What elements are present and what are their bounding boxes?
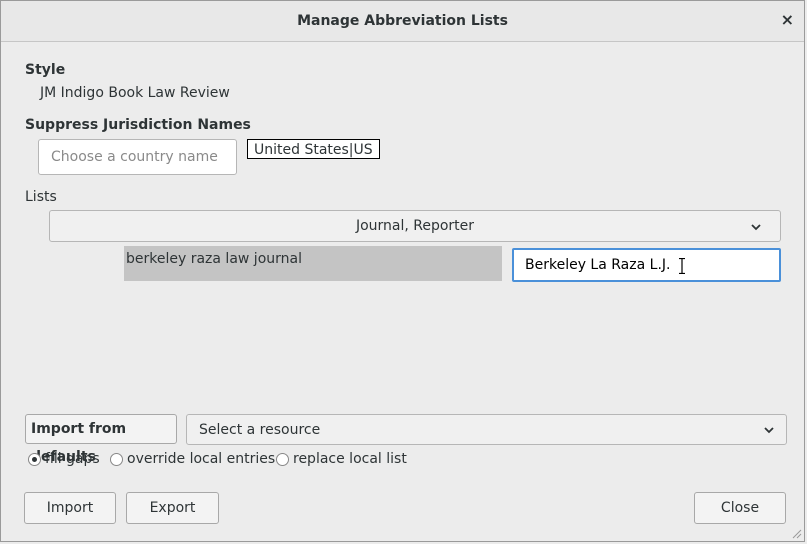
list-type-selected: Journal, Reporter <box>355 218 475 234</box>
abbreviation-key: berkeley raza law journal <box>126 251 302 267</box>
abbreviation-value-input[interactable]: Berkeley La Raza L.J. <box>512 248 781 282</box>
export-button[interactable]: Export <box>126 492 219 524</box>
radio-fill-gaps[interactable] <box>28 452 41 466</box>
close-icon[interactable]: × <box>781 10 794 29</box>
jurisdiction-tag[interactable]: United States|US <box>247 139 380 159</box>
mode-override-local[interactable]: override local entries <box>110 451 275 467</box>
manage-abbreviation-dialog: Manage Abbreviation Lists × Style JM Ind… <box>0 0 805 542</box>
chevron-down-icon <box>751 224 761 231</box>
import-from-defaults-label: Import from defaults <box>25 414 177 465</box>
mode-replace-local[interactable]: replace local list <box>276 451 407 467</box>
title-bar: Manage Abbreviation Lists × <box>1 1 804 42</box>
mode-replace-label: replace local list <box>293 451 407 467</box>
resource-selected: Select a resource <box>199 422 321 438</box>
dialog-title: Manage Abbreviation Lists <box>297 13 508 29</box>
mode-override-label: override local entries <box>127 451 276 467</box>
style-label: Style <box>25 62 66 78</box>
suppress-jurisdiction-label: Suppress Jurisdiction Names <box>25 117 251 133</box>
abbreviation-key-cell[interactable]: berkeley raza law journal <box>124 246 502 281</box>
import-button[interactable]: Import <box>24 492 116 524</box>
list-type-dropdown[interactable]: Journal, Reporter <box>49 210 781 242</box>
mode-fill-gaps-label: fill gaps <box>45 451 100 467</box>
abbreviation-value: Berkeley La Raza L.J. <box>525 257 671 273</box>
lists-label: Lists <box>25 189 57 205</box>
mode-fill-gaps[interactable]: fill gaps <box>28 451 100 467</box>
chevron-down-icon <box>764 427 774 434</box>
country-name-input[interactable] <box>38 139 237 175</box>
resize-grip-icon[interactable] <box>790 527 802 539</box>
radio-override-local[interactable] <box>110 452 123 466</box>
radio-replace-local[interactable] <box>276 452 289 466</box>
text-cursor-icon <box>679 258 685 274</box>
resource-dropdown[interactable]: Select a resource <box>186 414 787 445</box>
close-button[interactable]: Close <box>694 492 786 524</box>
style-value: JM Indigo Book Law Review <box>40 85 230 101</box>
